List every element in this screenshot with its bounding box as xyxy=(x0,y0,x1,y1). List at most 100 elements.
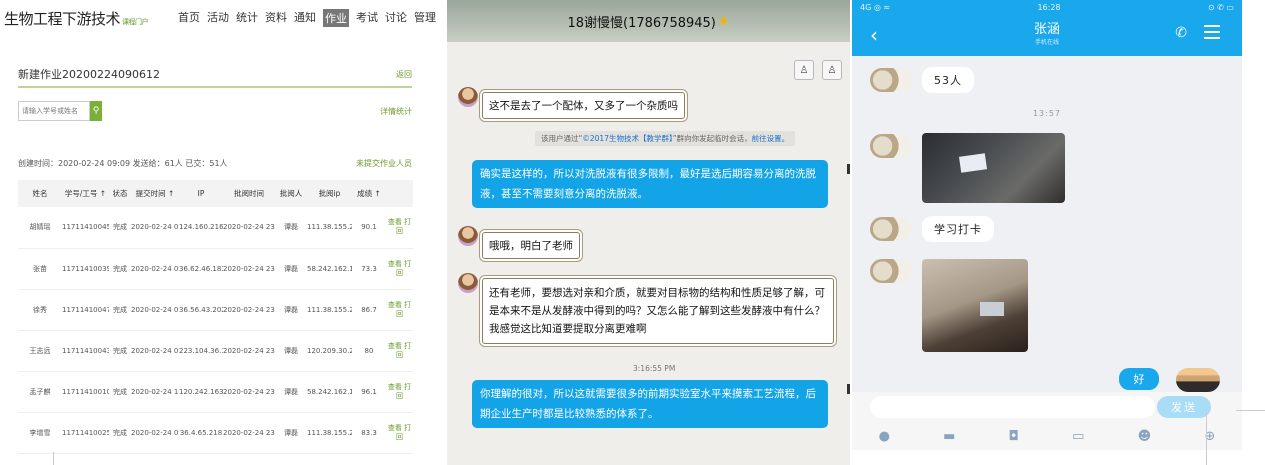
table-row: 王志远11711410043完成2020-02-24 09:28223.104.… xyxy=(18,330,413,372)
table-row: 胡婧瑶11711410045完成2020-02-24 09:28124.160.… xyxy=(18,207,413,249)
menu-icon[interactable] xyxy=(1204,25,1220,43)
vip-star-icon: ★ xyxy=(717,13,730,29)
table-cell: 2020-02-24 23:03 xyxy=(223,248,275,290)
row-actions[interactable]: 查看 打回 xyxy=(386,371,413,413)
table-cell: 111.38.155.27 xyxy=(307,207,352,249)
outgoing-message: 确实是这样的，所以对洗脱液有很多限制，最好是选后期容易分离的洗脱液，甚至不需要刻… xyxy=(472,160,828,208)
homework-title: 新建作业20200224090612 xyxy=(18,68,160,81)
table-cell: 80 xyxy=(352,330,386,372)
table-cell: 王志远 xyxy=(18,330,62,372)
table-cell: 2020-02-24 09:31 xyxy=(131,248,179,290)
nav-item[interactable]: 统计 xyxy=(236,9,258,27)
divider xyxy=(53,452,54,465)
incoming-message: 这不是去了一个配体，又多了一个杂质吗 xyxy=(482,92,685,119)
send-button[interactable]: 发送 xyxy=(1157,396,1211,418)
search-button[interactable]: ⚲ xyxy=(90,101,102,121)
avatar[interactable] xyxy=(458,226,478,246)
table-cell: 2020-02-24 09:28 xyxy=(131,330,179,372)
nav-item[interactable]: 首页 xyxy=(178,9,200,27)
avatar[interactable] xyxy=(870,68,912,92)
photo-message[interactable] xyxy=(922,133,1065,203)
row-actions[interactable]: 查看 打回 xyxy=(386,289,413,331)
table-cell: 2020-02-24 23:04 xyxy=(223,330,275,372)
avatar[interactable] xyxy=(458,87,478,107)
table-cell: 36.56.43.202 xyxy=(179,289,223,331)
photo-message[interactable] xyxy=(922,259,1028,352)
status-bar: 4G ◎ ≈ 16:28 ⊙ ✆ ▭ xyxy=(852,0,1242,14)
chat-header: 18谢慢慢(1786758945) ★ xyxy=(447,0,850,42)
row-actions[interactable]: 查看 打回 xyxy=(386,248,413,290)
table-cell: 2020-02-24 10:39 xyxy=(131,371,179,413)
avatar[interactable] xyxy=(870,134,912,158)
group-members-icon[interactable]: ♙ xyxy=(794,60,814,80)
group-link[interactable]: ©2017生物技术【教学群】 xyxy=(582,134,672,143)
avatar[interactable] xyxy=(870,217,912,241)
detail-stats-link[interactable]: 详情统计 xyxy=(380,106,412,117)
add-member-icon[interactable]: ♙ xyxy=(822,60,842,80)
camera-icon[interactable]: ◘ xyxy=(1009,429,1019,444)
table-cell: 36.62.46.183 xyxy=(179,248,223,290)
divider xyxy=(1206,410,1207,465)
column-header[interactable]: 成绩 ↑ xyxy=(352,180,386,207)
column-header[interactable]: 提交时间 ↑ xyxy=(131,180,179,207)
incoming-message: 53人 xyxy=(922,67,974,93)
homework-meta: 创建时间：2020-02-24 09:09 发送给：61人 已交：51人 未提交… xyxy=(18,158,412,169)
incoming-message: 还有老师，要想选对亲和介质，就要对目标物的结构和性质足够了解，可是本来不是从发酵… xyxy=(482,278,834,344)
avatar[interactable] xyxy=(458,273,478,293)
course-topbar: 生物工程下游技术 课程门户 首页 活动 统计 资料 通知 作业 考试 讨论 管理 xyxy=(0,0,440,36)
phone-icon[interactable]: ✆ xyxy=(1175,25,1187,41)
back-link[interactable]: 返回 xyxy=(396,69,412,80)
avatar[interactable] xyxy=(870,259,912,283)
table-cell: 完成 xyxy=(109,412,131,454)
table-cell: 11711410043 xyxy=(62,330,109,372)
table-cell: 11711410047 xyxy=(62,289,109,331)
table-cell: 谭磊 xyxy=(275,248,307,290)
bottom-toolbar: ● ▬ ◘ ▭ ☻ ⊕ xyxy=(852,422,1242,450)
course-portal-tag[interactable]: 课程门户 xyxy=(122,18,149,26)
search-row: 请输入学号或姓名 ⚲ 详情统计 xyxy=(18,99,412,123)
submission-table: 姓名 学号/工号 ↑ 状态 提交时间 ↑ IP 批阅时间 批阅人 批阅ip 成绩 ↑ 胡婧瑶 11… xyxy=(18,180,413,454)
message-input[interactable] xyxy=(870,396,1155,418)
nav-item[interactable]: 讨论 xyxy=(385,9,407,27)
column-header: 批阅人 xyxy=(275,180,307,207)
course-nav: 首页 活动 统计 资料 通知 作业 考试 讨论 管理 xyxy=(178,9,436,27)
table-row: 张苗11711410039完成2020-02-24 09:3136.62.46.… xyxy=(18,248,413,290)
search-input[interactable]: 请输入学号或姓名 xyxy=(18,101,90,121)
nav-item[interactable]: 通知 xyxy=(294,9,316,27)
table-cell: 223.104.36.12 xyxy=(179,330,223,372)
nav-item[interactable]: 考试 xyxy=(356,9,378,27)
table-cell: 2020-02-24 23:01 xyxy=(223,207,275,249)
table-cell: 111.38.155.27 xyxy=(307,289,352,331)
settings-link[interactable]: 前往设置。 xyxy=(752,134,790,143)
table-cell: 86.7 xyxy=(352,289,386,331)
search-icon: ⚲ xyxy=(92,106,100,116)
nav-item[interactable]: 管理 xyxy=(414,9,436,27)
incoming-message: 哦哦，明白了老师 xyxy=(482,232,580,259)
divider xyxy=(1236,410,1265,411)
homework-meta-text: 创建时间：2020-02-24 09:09 发送给：61人 已交：51人 xyxy=(18,159,228,168)
row-actions[interactable]: 查看 打回 xyxy=(386,412,413,454)
mic-icon[interactable]: ● xyxy=(879,429,890,444)
table-cell: 120.209.30.28 xyxy=(307,330,352,372)
table-cell: 11711410039 xyxy=(62,248,109,290)
nav-item[interactable]: 活动 xyxy=(207,9,229,27)
unsubmitted-link[interactable]: 未提交作业人员 xyxy=(356,158,412,169)
nav-item[interactable]: 资料 xyxy=(265,9,287,27)
column-header xyxy=(386,180,413,207)
image-icon[interactable]: ▬ xyxy=(943,429,955,444)
nav-item[interactable]: 作业 xyxy=(323,9,349,27)
row-actions[interactable]: 查看 打回 xyxy=(386,207,413,249)
column-header: 批阅时间 xyxy=(223,180,275,207)
course-name: 生物工程下游技术 xyxy=(4,9,121,28)
red-packet-icon[interactable]: ▭ xyxy=(1072,429,1084,444)
column-header[interactable]: 学号/工号 ↑ xyxy=(62,180,109,207)
table-cell: 120.242.163.79 xyxy=(179,371,223,413)
table-row: 李增雪11711410025完成2020-02-24 09:2436.4.65.… xyxy=(18,412,413,454)
avatar[interactable] xyxy=(1176,368,1220,392)
emoji-icon[interactable]: ☻ xyxy=(1138,429,1152,444)
column-header: 姓名 xyxy=(18,180,62,207)
row-actions[interactable]: 查看 打回 xyxy=(386,330,413,372)
table-cell: 2020-02-24 09:28 xyxy=(131,207,179,249)
table-cell: 2020-02-24 23:03 xyxy=(223,289,275,331)
table-cell: 2020-02-24 23:05 xyxy=(223,412,275,454)
